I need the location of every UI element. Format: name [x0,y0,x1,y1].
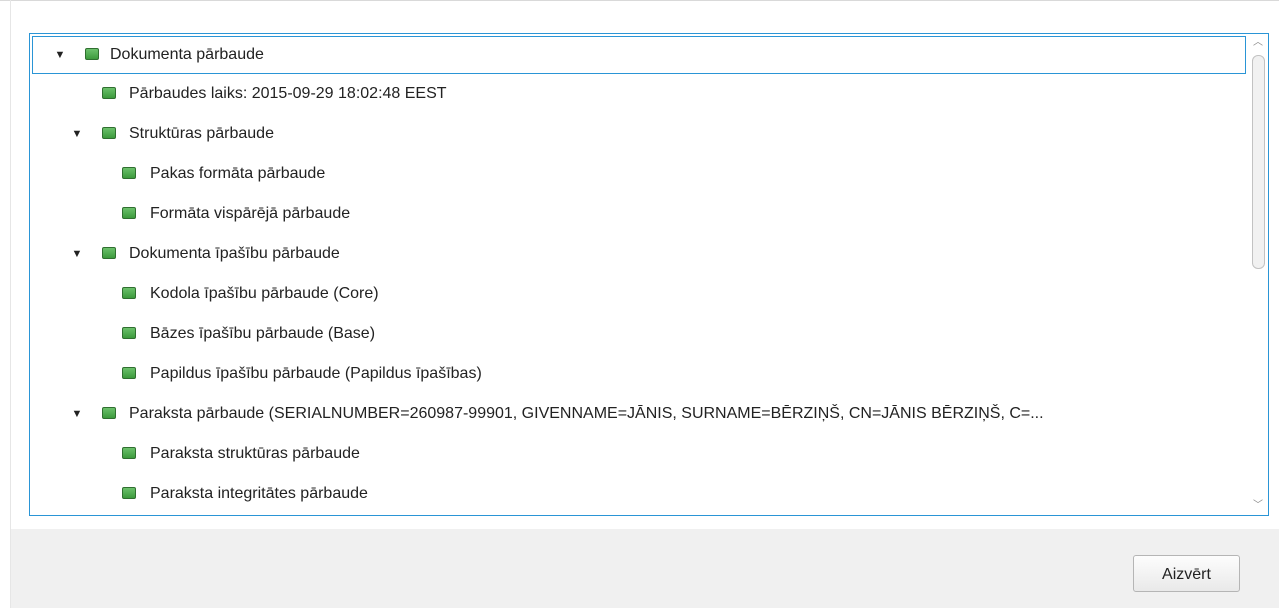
tree-rows: ▼ Dokumenta pārbaude Pārbaudes laiks: 20… [30,34,1248,514]
left-divider [10,0,11,608]
status-ok-icon [102,87,116,99]
status-ok-icon [122,167,136,179]
tree-node-label: Paraksta integritātes pārbaude [150,485,368,502]
status-ok-icon [122,367,136,379]
tree-node-label: Formāta vispārējā pārbaude [150,205,351,222]
tree-node-extra-properties-check[interactable]: Papildus īpašību pārbaude (Papildus īpaš… [30,354,1248,394]
expand-arrow-icon[interactable]: ▼ [53,37,67,73]
tree-node-label: Struktūras pārbaude [129,125,274,142]
top-divider [0,0,1279,1]
status-ok-icon [122,487,136,499]
tree-node-label: Kodola īpašību pārbaude (Core) [150,285,379,302]
status-ok-icon [122,327,136,339]
status-ok-icon [85,48,99,60]
status-ok-icon [122,447,136,459]
status-ok-icon [102,407,116,419]
tree-node-label: Dokumenta īpašību pārbaude [129,245,340,262]
tree-node-label: Dokumenta pārbaude [110,46,264,63]
tree-node-signature-check[interactable]: ▼ Paraksta pārbaude (SERIALNUMBER=260987… [30,394,1248,434]
tree-node-label: Pārbaudes laiks: 2015-09-29 18:02:48 EES… [129,85,447,102]
status-ok-icon [122,207,136,219]
validation-tree[interactable]: ▼ Dokumenta pārbaude Pārbaudes laiks: 20… [29,33,1269,516]
scroll-down-icon[interactable]: ﹀ [1249,498,1267,514]
tree-node-signature-integrity-check[interactable]: Paraksta integritātes pārbaude [30,474,1248,514]
tree-node-label: Papildus īpašību pārbaude (Papildus īpaš… [150,365,482,382]
tree-node-signature-structure-check[interactable]: Paraksta struktūras pārbaude [30,434,1248,474]
tree-node-label: Bāzes īpašību pārbaude (Base) [150,325,376,342]
tree-node-structure-check[interactable]: ▼ Struktūras pārbaude [30,114,1248,154]
tree-node-core-properties-check[interactable]: Kodola īpašību pārbaude (Core) [30,274,1248,314]
scroll-thumb[interactable] [1252,55,1265,269]
tree-node-document-check[interactable]: ▼ Dokumenta pārbaude [32,36,1246,74]
validation-dialog: ▼ Dokumenta pārbaude Pārbaudes laiks: 20… [0,0,1279,608]
status-ok-icon [122,287,136,299]
dialog-footer: Aizvērt [11,529,1279,608]
tree-node-general-format-check[interactable]: Formāta vispārējā pārbaude [30,194,1248,234]
close-button[interactable]: Aizvērt [1133,555,1240,592]
status-ok-icon [102,247,116,259]
tree-node-label: Pakas formāta pārbaude [150,165,326,182]
tree-node-label: Paraksta pārbaude (SERIALNUMBER=260987-9… [129,405,1044,422]
vertical-scrollbar[interactable]: ︿ ﹀ [1249,35,1267,514]
status-ok-icon [102,127,116,139]
expand-arrow-icon[interactable]: ▼ [70,114,84,154]
tree-node-label: Paraksta struktūras pārbaude [150,445,360,462]
tree-node-package-format-check[interactable]: Pakas formāta pārbaude [30,154,1248,194]
tree-node-base-properties-check[interactable]: Bāzes īpašību pārbaude (Base) [30,314,1248,354]
expand-arrow-icon[interactable]: ▼ [70,394,84,434]
scroll-up-icon[interactable]: ︿ [1249,35,1267,51]
tree-node-properties-check[interactable]: ▼ Dokumenta īpašību pārbaude [30,234,1248,274]
expand-arrow-icon[interactable]: ▼ [70,234,84,274]
tree-node-check-time[interactable]: Pārbaudes laiks: 2015-09-29 18:02:48 EES… [30,74,1248,114]
